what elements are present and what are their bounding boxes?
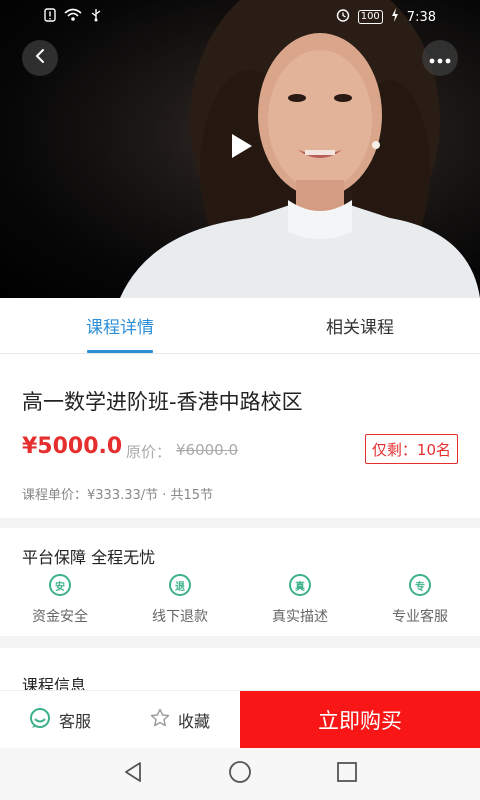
customer-service-label: 客服 <box>58 711 91 731</box>
alert-icon <box>44 8 56 26</box>
chat-icon <box>29 707 51 733</box>
course-title: 高一数学进阶班-香港中路校区 <box>22 390 303 414</box>
play-icon <box>230 132 254 164</box>
nav-home-button[interactable] <box>210 754 270 794</box>
buy-now-button[interactable]: 立即购买 <box>240 691 480 748</box>
service-badge-icon: 专 <box>409 574 431 596</box>
detail-tabs: 课程详情 相关课程 <box>0 298 480 354</box>
refund-badge-icon: 退 <box>169 574 191 596</box>
tab-course-details[interactable]: 课程详情 <box>0 298 240 353</box>
usb-icon <box>90 8 102 26</box>
play-button[interactable] <box>224 130 260 166</box>
back-icon <box>33 48 47 68</box>
star-icon <box>150 708 170 732</box>
guarantee-label: 资金安全 <box>32 609 88 625</box>
shield-badge-icon: 安 <box>49 574 71 596</box>
guarantee-label: 专业客服 <box>392 609 448 625</box>
current-price: ¥5000.0 <box>22 434 123 459</box>
unit-price-text: 课程单价：¥333.33/节 · 共15节 <box>22 488 214 503</box>
favorite-button[interactable]: 收藏 <box>120 691 240 748</box>
more-icon <box>429 49 451 68</box>
remaining-seats-badge: 仅剩：10名 <box>364 434 458 464</box>
course-video[interactable]: 100 7:38 <box>0 0 480 298</box>
platform-guarantee: 平台保障 全程无忧 安 资金安全 退 线下退款 真 真实描述 专 专业客服 <box>0 528 480 636</box>
original-price: ¥6000.0 <box>176 441 239 459</box>
guarantee-item-offline-refund: 退 线下退款 <box>120 574 240 626</box>
nav-back-button[interactable] <box>103 754 163 794</box>
guarantee-label: 真实描述 <box>272 609 328 625</box>
triangle-back-icon <box>123 761 143 787</box>
guarantee-item-pro-service: 专 专业客服 <box>360 574 480 626</box>
tab-related-courses[interactable]: 相关课程 <box>240 298 480 353</box>
back-button[interactable] <box>22 40 58 76</box>
favorite-label: 收藏 <box>177 711 210 731</box>
system-navigation-bar <box>0 748 480 800</box>
nav-recents-button[interactable] <box>317 754 377 794</box>
guarantee-item-true-description: 真 真实描述 <box>240 574 360 626</box>
circle-home-icon <box>228 760 252 788</box>
wifi-icon <box>64 8 82 26</box>
verified-badge-icon: 真 <box>289 574 311 596</box>
guarantee-item-fund-safety: 安 资金安全 <box>0 574 120 626</box>
more-button[interactable] <box>422 40 458 76</box>
guarantee-label: 线下退款 <box>152 609 208 625</box>
guarantee-title: 平台保障 全程无忧 <box>22 548 156 567</box>
status-bar: 100 7:38 <box>0 0 480 34</box>
bottom-action-bar: 客服 收藏 立即购买 <box>0 690 480 748</box>
original-price-label: 原价： <box>126 443 172 461</box>
customer-service-button[interactable]: 客服 <box>0 691 120 748</box>
battery-indicator: 100 <box>357 10 383 24</box>
course-summary: 高一数学进阶班-香港中路校区 ¥5000.0 原价： ¥6000.0 仅剩：10… <box>0 354 480 518</box>
alarm-icon <box>336 8 350 26</box>
square-recents-icon <box>336 761 358 787</box>
status-time: 7:38 <box>406 9 436 25</box>
charging-icon <box>391 8 399 26</box>
